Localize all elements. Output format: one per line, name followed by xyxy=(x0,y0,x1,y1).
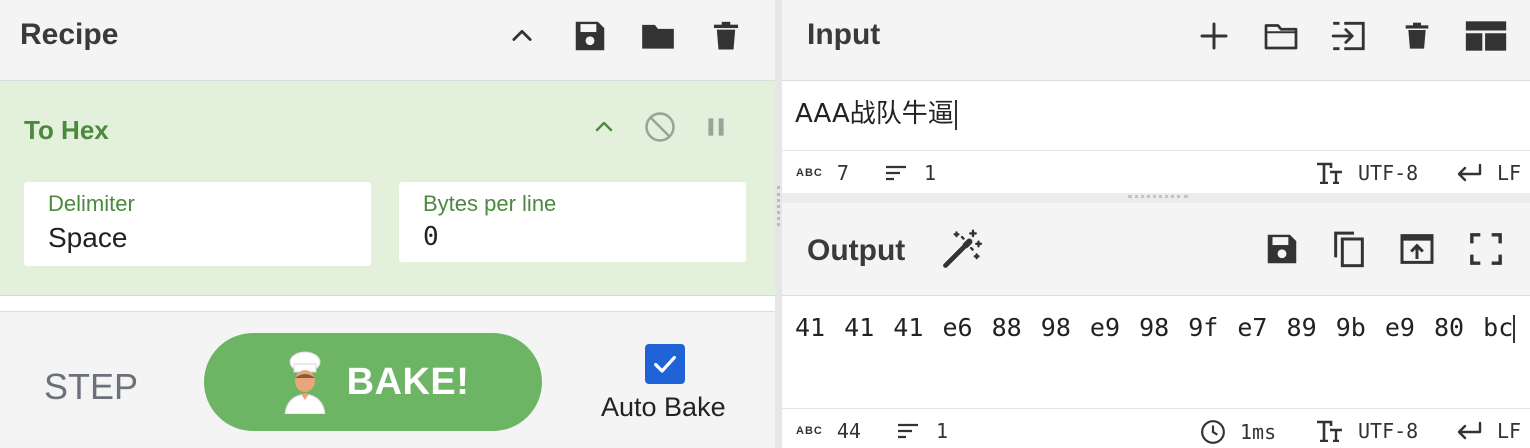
io-splitter-grip[interactable] xyxy=(1128,195,1188,198)
output-textarea[interactable]: 41 41 41 e6 88 98 e9 98 9f e7 89 9b e9 8… xyxy=(782,296,1530,408)
bytes-per-line-value[interactable]: 0 xyxy=(423,222,439,252)
delimiter-field[interactable]: Delimiter Space xyxy=(24,182,371,266)
output-header: Output xyxy=(782,203,1530,296)
output-char-count: ABC 44 xyxy=(796,419,861,443)
lines-icon xyxy=(886,165,906,181)
operation-title[interactable]: To Hex xyxy=(24,115,109,146)
save-output-icon[interactable] xyxy=(1258,225,1306,273)
chevron-up-icon[interactable] xyxy=(500,14,544,58)
checkmark-icon xyxy=(654,355,676,373)
clear-input-icon[interactable] xyxy=(1393,12,1441,60)
delimiter-label: Delimiter xyxy=(48,191,135,216)
recipe-title: Recipe xyxy=(20,18,119,51)
bake-button[interactable]: BAKE! xyxy=(204,333,542,431)
add-tab-icon[interactable] xyxy=(1190,12,1238,60)
bytes-per-line-label: Bytes per line xyxy=(423,191,557,216)
bake-label: BAKE! xyxy=(346,360,470,403)
output-encoding[interactable]: UTF-8 xyxy=(1316,419,1418,443)
input-header: Input xyxy=(782,0,1530,81)
text-size-icon xyxy=(1317,162,1342,184)
collapse-chevron-icon[interactable] xyxy=(584,107,624,147)
input-status-bar: ABC 7 1 UTF-8 LF xyxy=(782,150,1530,192)
recipe-header: Recipe xyxy=(0,0,775,81)
input-textarea[interactable]: AAA战队牛逼 xyxy=(782,81,1530,150)
input-encoding[interactable]: UTF-8 xyxy=(1316,161,1418,185)
bake-controls: STEP BAKE! Auto Bake xyxy=(0,312,775,448)
input-char-count: ABC 7 xyxy=(796,161,849,185)
folder-icon[interactable] xyxy=(636,14,680,58)
output-line-count: 1 xyxy=(896,419,948,443)
text-caret xyxy=(1513,315,1516,343)
delimiter-value[interactable]: Space xyxy=(48,222,127,254)
copy-icon[interactable] xyxy=(1325,225,1373,273)
fullscreen-icon[interactable] xyxy=(1462,225,1510,273)
bytes-per-line-field[interactable]: Bytes per line 0 xyxy=(399,182,746,262)
layout-icon[interactable] xyxy=(1462,12,1510,60)
input-title: Input xyxy=(807,18,881,51)
step-button[interactable]: STEP xyxy=(44,366,138,408)
open-folder-icon[interactable] xyxy=(1257,12,1305,60)
chef-icon xyxy=(277,350,333,414)
operation-card: To Hex Delimiter Space Bytes per line 0 xyxy=(0,81,775,296)
magic-wand-icon[interactable] xyxy=(938,225,986,273)
return-icon xyxy=(1457,421,1482,440)
abc-icon: ABC xyxy=(796,425,823,437)
input-eol[interactable]: LF xyxy=(1455,161,1521,185)
output-value[interactable]: 41 41 41 e6 88 98 e9 98 9f e7 89 9b e9 8… xyxy=(795,308,1520,348)
return-icon xyxy=(1457,163,1482,182)
output-status-bar: ABC 44 1 1ms UTF-8 LF xyxy=(782,408,1530,448)
text-caret xyxy=(954,99,957,130)
replace-input-icon[interactable] xyxy=(1393,225,1441,273)
recipe-drop-area xyxy=(0,296,775,312)
output-eol[interactable]: LF xyxy=(1455,419,1521,443)
input-value[interactable]: AAA战队牛逼 xyxy=(795,93,957,130)
output-bake-time: 1ms xyxy=(1200,419,1276,445)
output-title: Output xyxy=(807,234,906,267)
lines-icon xyxy=(898,423,918,439)
trash-icon[interactable] xyxy=(704,14,748,58)
auto-bake-checkbox[interactable] xyxy=(645,344,685,384)
disable-icon[interactable] xyxy=(640,107,680,147)
pane-divider-grip[interactable] xyxy=(777,186,780,226)
auto-bake-label[interactable]: Auto Bake xyxy=(601,392,726,423)
input-line-count: 1 xyxy=(884,161,936,185)
recipe-pane: Recipe To Hex Delimiter Space Bytes per … xyxy=(0,0,775,448)
clock-icon xyxy=(1201,420,1225,444)
text-size-icon xyxy=(1317,420,1342,442)
save-icon[interactable] xyxy=(568,14,612,58)
pause-icon[interactable] xyxy=(696,107,736,147)
abc-icon: ABC xyxy=(796,167,823,179)
load-file-icon[interactable] xyxy=(1325,12,1373,60)
